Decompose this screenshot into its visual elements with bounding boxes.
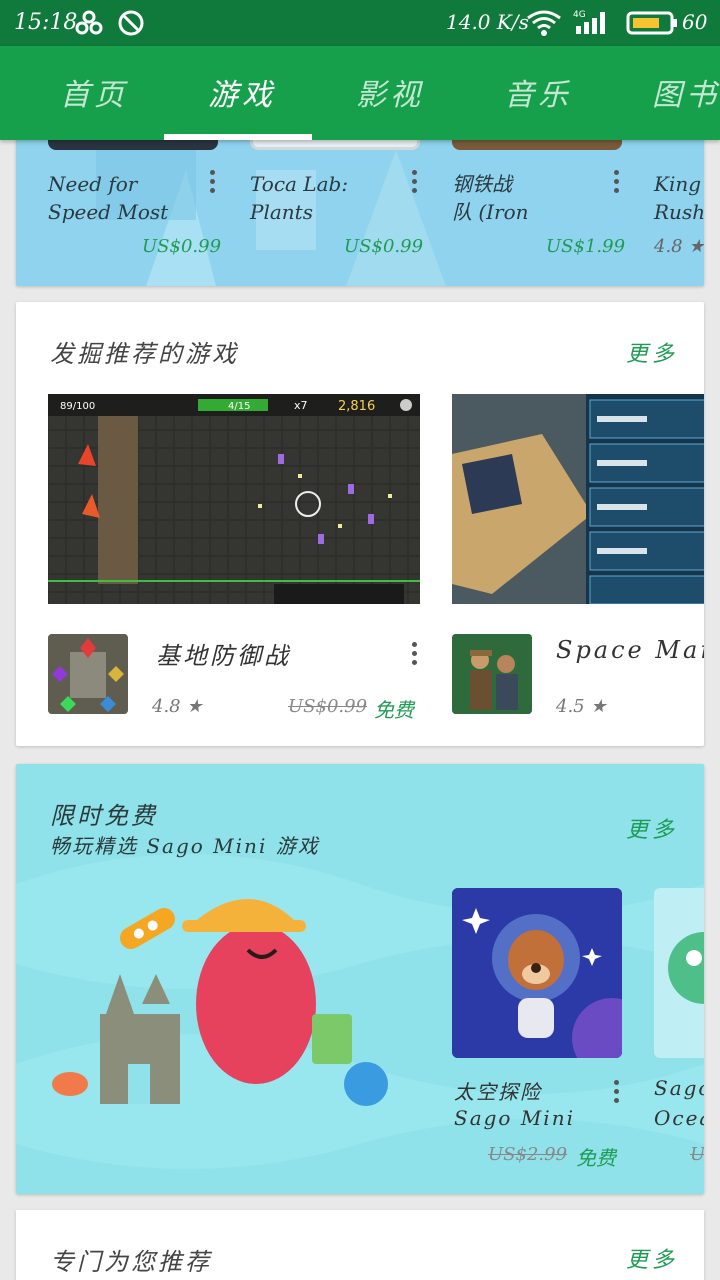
sale-price: 免费 (374, 698, 414, 722)
game-price: US$0.99 (142, 236, 222, 257)
gameplay-illustration: 89/100 4/15 x7 2,816 (48, 394, 420, 604)
gem-shield-icon (48, 634, 128, 714)
sale-price: 免费 (576, 1146, 616, 1170)
section-title: 限时免费 (50, 802, 158, 830)
svg-text:89/100: 89/100 (60, 401, 95, 412)
tab-music[interactable]: 音乐 (504, 70, 572, 114)
wifi-icon (527, 10, 561, 36)
tab-indicator (164, 134, 312, 140)
app-rating: 4.8 ★ (152, 696, 203, 717)
original-price: US$2.99 (488, 1144, 568, 1165)
app-developer: Sago Mini (454, 1106, 575, 1130)
overflow-menu-icon[interactable] (412, 170, 422, 197)
ocean-creature-icon (668, 932, 704, 1004)
overflow-menu-icon[interactable] (412, 642, 422, 669)
space-dog-icon (452, 888, 622, 1058)
net-speed: 14.0 K/s (446, 10, 529, 34)
app-name[interactable]: 基地防御战 (156, 636, 291, 671)
category-tab-bar: 首页 游戏 影视 音乐 图书 (0, 46, 720, 140)
original-price: US$0.99 (288, 696, 368, 717)
original-price: U (690, 1144, 704, 1165)
game-price: US$0.99 (344, 236, 424, 257)
svg-text:x7: x7 (294, 399, 308, 412)
tab-games[interactable]: 游戏 (208, 70, 276, 114)
app-developer: Ocea (654, 1106, 704, 1130)
discover-games-card: 发掘推荐的游戏 更多 89/100 4/15 x7 2,816 基地防御战 4.… (16, 302, 704, 746)
svg-text:4/15: 4/15 (228, 401, 250, 412)
app-name[interactable]: Space Mar (556, 636, 704, 664)
more-button[interactable]: 更多 (626, 1242, 678, 1274)
tab-books[interactable]: 图书 (652, 70, 720, 114)
star-icon: ★ (688, 236, 704, 257)
battery-icon (626, 11, 677, 35)
tab-home[interactable]: 首页 (60, 70, 128, 114)
tab-movies[interactable]: 影视 (356, 70, 424, 114)
game-rating: 4.8 ★ (654, 236, 704, 257)
game-title: 钢铁战队 (Iron (452, 172, 529, 224)
game-title: Need for Speed Most (48, 172, 169, 224)
app-name[interactable]: Sago (654, 1076, 704, 1100)
game-screenshot[interactable] (452, 394, 704, 604)
status-time: 15:18 (14, 10, 78, 35)
game-title: Toca Lab: Plants (250, 172, 349, 224)
more-button[interactable]: 更多 (626, 336, 678, 368)
soldiers-icon (452, 634, 532, 714)
app-rating: 4.5 ★ (556, 696, 607, 717)
section-title: 发掘推荐的游戏 (50, 340, 239, 368)
gameplay-illustration (452, 394, 704, 604)
app-icon[interactable] (48, 634, 128, 714)
svg-text:2,816: 2,816 (338, 399, 375, 414)
app-name[interactable]: 太空探险 (454, 1076, 542, 1105)
svg-text:4G: 4G (573, 10, 586, 20)
section-subtitle: 畅玩精选 Sago Mini 游戏 (50, 834, 320, 858)
cloverleaf-icon (75, 10, 103, 35)
game-price: US$1.99 (546, 236, 626, 257)
overflow-menu-icon[interactable] (210, 170, 220, 197)
overflow-menu-icon[interactable] (614, 170, 624, 197)
game-title: King Rush (654, 172, 704, 224)
status-bar: 15:18 14.0 K/s 4G 60 (0, 0, 720, 46)
battery-percent: 60 (682, 10, 708, 34)
app-icon[interactable] (452, 888, 622, 1058)
limited-free-card: 限时免费 畅玩精选 Sago Mini 游戏 更多 太空探险 Sago Mini… (16, 764, 704, 1194)
cell-signal-icon: 4G (573, 10, 605, 34)
app-icon[interactable] (452, 634, 532, 714)
more-button[interactable]: 更多 (626, 812, 678, 844)
do-not-disturb-icon (118, 10, 144, 36)
recommended-card: 专门为您推荐 更多 (16, 1210, 704, 1280)
app-icon[interactable] (654, 888, 704, 1058)
star-icon: ★ (186, 696, 203, 717)
section-title: 专门为您推荐 (50, 1248, 212, 1276)
overflow-menu-icon[interactable] (614, 1080, 624, 1107)
game-screenshot[interactable]: 89/100 4/15 x7 2,816 (48, 394, 420, 604)
star-icon: ★ (590, 696, 607, 717)
